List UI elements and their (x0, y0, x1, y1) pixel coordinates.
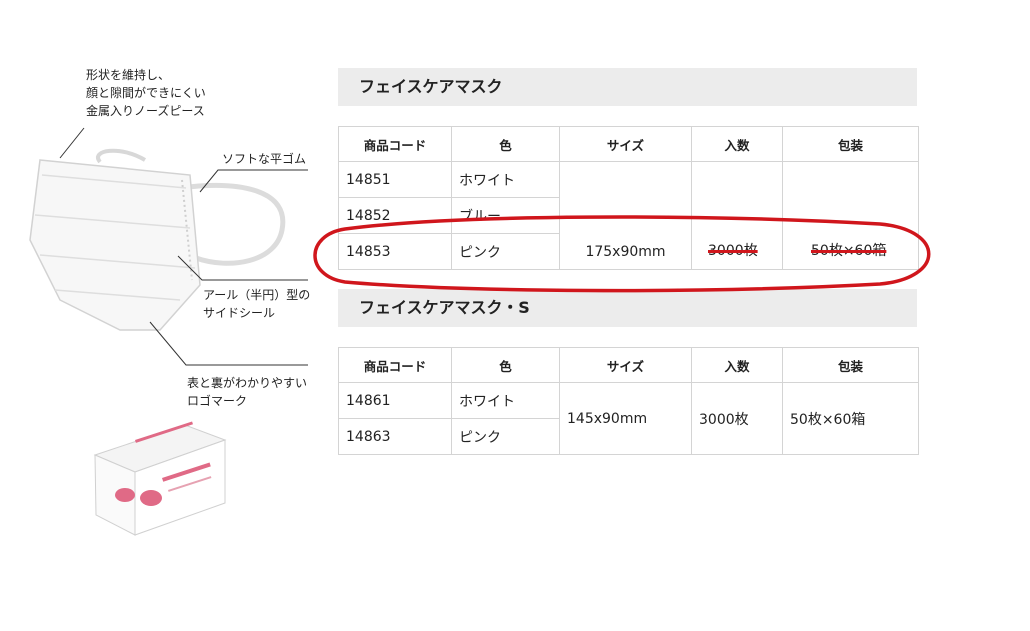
cell-color: ホワイト (451, 382, 560, 419)
header-quantity: 入数 (691, 347, 783, 383)
product-box-image-icon (93, 421, 227, 536)
cell-color: ホワイト (451, 161, 560, 198)
header-packaging: 包装 (782, 126, 919, 162)
table-row: 14861 ホワイト 145x90mm 3000枚 50枚×60箱 (338, 382, 919, 455)
cell-color: ピンク (451, 418, 560, 455)
cell-color: ピンク (451, 233, 560, 270)
section-title: フェイスケアマスク (338, 68, 917, 106)
mask-illustration-area: 形状を維持し、 顔と隙間ができにくい 金属入りノーズピース ソフトな平ゴム アー… (0, 0, 330, 627)
cell-packaging: 50枚×60箱 (782, 382, 919, 455)
header-code: 商品コード (338, 347, 452, 383)
header-packaging: 包装 (782, 347, 919, 383)
cell-color: ブルー (451, 197, 560, 234)
cell-size: 145x90mm (559, 382, 692, 455)
table-header-row: 商品コード 色 サイズ 入数 包装 (338, 347, 919, 383)
packaging-strikethrough: 50枚×60箱 (811, 243, 887, 259)
header-code: 商品コード (338, 126, 452, 162)
header-color: 色 (451, 347, 560, 383)
cell-code: 14853 (338, 233, 452, 270)
header-size: サイズ (559, 347, 692, 383)
callout-logo-mark: 表と裏がわかりやすい ロゴマーク (187, 376, 308, 408)
cell-quantity: 3000枚 (691, 382, 783, 455)
callout-side-seal: アール（半円）型の サイドシール (203, 288, 311, 320)
quantity-strikethrough: 3000枚 (708, 243, 758, 259)
cell-code: 14851 (338, 161, 452, 198)
cell-code: 14852 (338, 197, 452, 234)
spec-table: 商品コード 色 サイズ 入数 包装 14861 ホワイト 145x90mm 30… (338, 347, 919, 455)
header-color: 色 (451, 126, 560, 162)
callout-ear-loop: ソフトな平ゴム (222, 152, 307, 166)
section-title: フェイスケアマスク・S (338, 289, 917, 327)
callout-nose-piece: 形状を維持し、 顔と隙間ができにくい 金属入りノーズピース (86, 68, 206, 118)
table-header-row: 商品コード 色 サイズ 入数 包装 (338, 126, 919, 162)
cell-quantity: 3000枚 (691, 161, 783, 270)
cell-code: 14861 (338, 382, 452, 419)
cell-code: 14863 (338, 418, 452, 455)
header-quantity: 入数 (691, 126, 783, 162)
cell-packaging: 50枚×60箱 (782, 161, 919, 270)
table-row: 14851 ホワイト 175x90mm 3000枚 50枚×60箱 (338, 161, 919, 270)
header-size: サイズ (559, 126, 692, 162)
cell-size: 175x90mm (559, 161, 692, 270)
spec-table: 商品コード 色 サイズ 入数 包装 14851 ホワイト 175x90mm 30… (338, 126, 919, 270)
